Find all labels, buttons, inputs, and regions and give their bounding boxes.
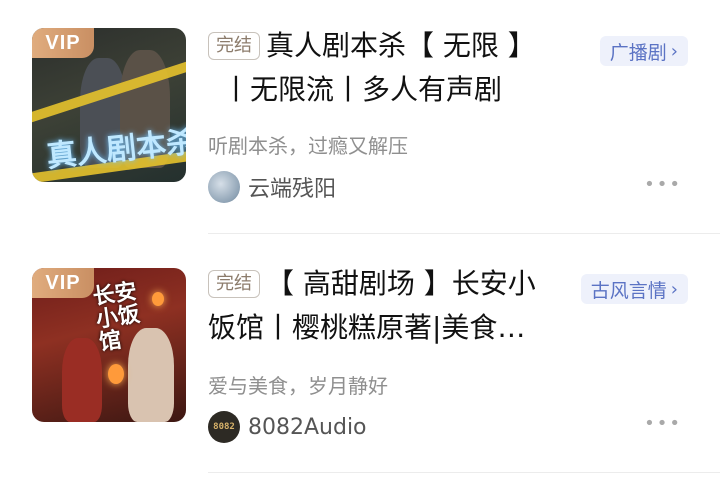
divider <box>208 472 720 473</box>
lantern-illustration <box>108 364 124 384</box>
author-name: 云端残阳 <box>248 177 337 202</box>
item-title-continued[interactable]: 丨无限流丨多人有声剧 <box>208 68 536 112</box>
vip-badge: VIP <box>32 268 94 298</box>
item-title[interactable]: 真人剧本杀【 无限 】 <box>266 29 536 62</box>
category-tag[interactable]: 广播剧 › <box>599 36 688 66</box>
figure-illustration <box>62 338 102 422</box>
vip-badge: VIP <box>32 28 94 58</box>
item-title-continued[interactable]: 饭馆丨樱桃糕原著|美食… <box>208 306 536 350</box>
author-name: 8082Audio <box>248 414 367 440</box>
more-dots-icon[interactable]: ••• <box>644 174 682 195</box>
avatar: 8082 <box>208 411 240 443</box>
category-label: 古风言情 <box>590 279 667 302</box>
author[interactable]: 8082 8082Audio <box>208 411 367 443</box>
more-dots-icon[interactable]: ••• <box>644 413 682 434</box>
cover-title: 长安小饭馆 <box>91 278 142 356</box>
item-title-line[interactable]: 完结 真人剧本杀【 无限 】 <box>208 24 536 68</box>
category-label: 广播剧 <box>609 41 667 64</box>
item-title[interactable]: 【 高甜剧场 】长安小 <box>266 267 536 300</box>
chevron-right-icon: › <box>670 278 678 300</box>
status-badge: 完结 <box>208 270 260 298</box>
divider <box>208 233 720 234</box>
category-tag[interactable]: 古风言情 › <box>580 274 688 304</box>
author[interactable]: 云端残阳 <box>208 171 336 203</box>
list-item[interactable]: 长安小饭馆 VIP 完结【 高甜剧场 】长安小 饭馆丨樱桃糕原著|美食… 古风言… <box>0 236 720 483</box>
cover-image[interactable]: 长安小饭馆 VIP <box>32 268 186 422</box>
cover-image[interactable]: 真人剧本杀 VIP <box>32 28 186 182</box>
item-subtitle: 听剧本杀，过瘾又解压 <box>208 134 408 158</box>
lantern-illustration <box>152 292 164 306</box>
chevron-right-icon: › <box>670 40 678 62</box>
list-item[interactable]: 真人剧本杀 VIP 完结 真人剧本杀【 无限 】 丨无限流丨多人有声剧 广播剧 ›… <box>0 0 720 234</box>
status-badge: 完结 <box>208 32 260 60</box>
item-title-line[interactable]: 完结【 高甜剧场 】长安小 <box>208 262 536 306</box>
item-subtitle: 爱与美食，岁月静好 <box>208 374 388 398</box>
avatar <box>208 171 240 203</box>
cover-title: 真人剧本杀 <box>44 124 186 175</box>
